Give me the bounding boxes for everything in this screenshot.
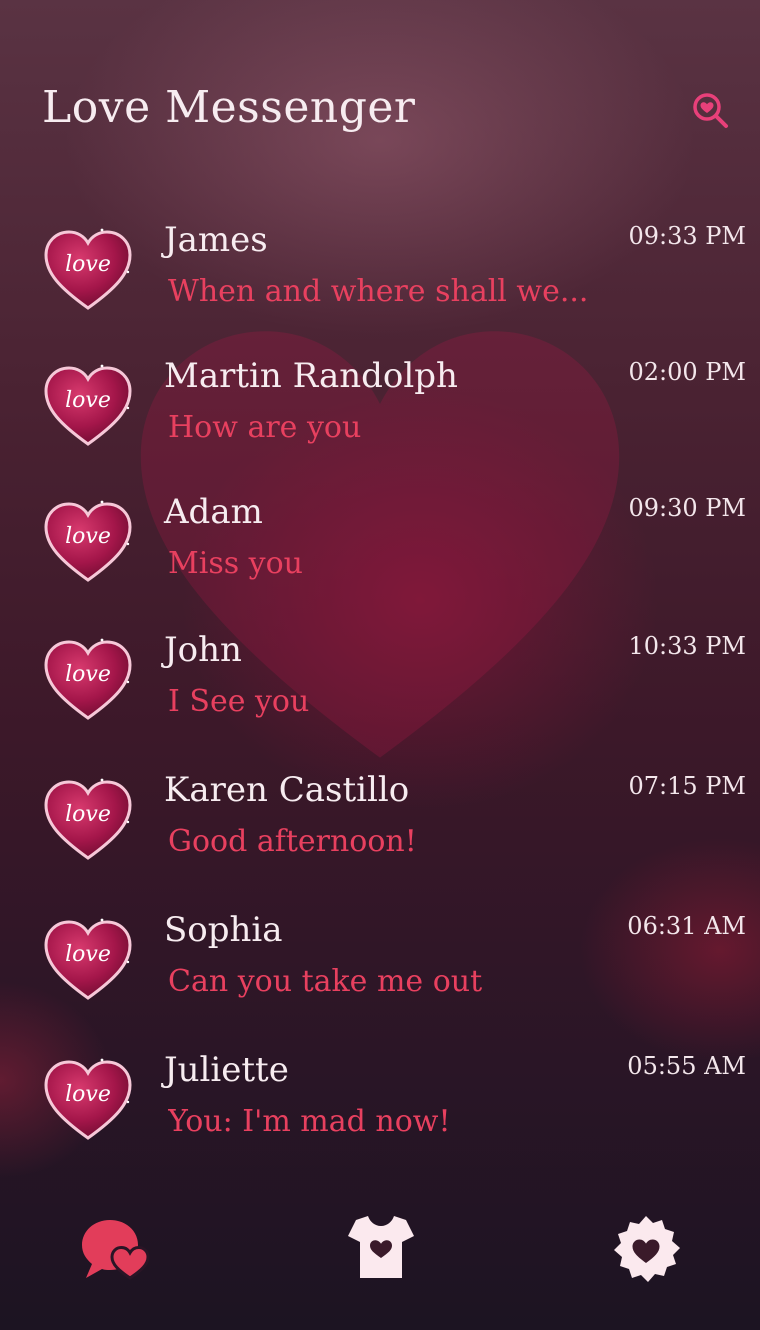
heart-search-icon [693,93,728,128]
bottom-navigation [0,1200,760,1300]
app-title: Love Messenger [42,82,416,133]
message-preview: Can you take me out [168,964,483,999]
chats-tab[interactable] [80,1216,152,1286]
conversation-row[interactable]: love Martin Randolph 02:00 PM How are you [0,356,760,484]
message-time: 05:55 AM [627,1052,746,1080]
message-time: 09:33 PM [628,222,746,250]
avatar: love [42,638,134,722]
contact-name: Karen Castillo [164,770,410,810]
message-time: 07:15 PM [628,772,746,800]
settings-tab[interactable] [610,1214,682,1290]
message-time: 09:30 PM [628,494,746,522]
message-time: 06:31 AM [627,912,746,940]
contact-name: Juliette [164,1050,289,1090]
contact-name: Adam [164,492,263,532]
conversation-row[interactable]: love Karen Castillo 07:15 PM Good afternoon… [0,770,760,898]
conversation-row[interactable]: love James 09:33 PM When and where shall we… [0,220,760,348]
contact-name: Martin Randolph [164,356,458,396]
avatar: love [42,778,134,862]
gear-heart-icon [614,1216,680,1282]
themes-tab[interactable] [346,1214,416,1284]
avatar-label: love [65,802,111,827]
avatar-label: love [65,1082,111,1107]
avatar-label: love [65,662,111,687]
search-button[interactable] [690,90,730,130]
shirt-heart-icon [348,1216,414,1278]
avatar: love [42,1058,134,1142]
avatar: love [42,364,134,448]
message-preview: How are you [168,410,362,445]
message-preview: Good afternoon! [168,824,417,859]
conversation-row[interactable]: love Sophia 06:31 AM Can you take me out [0,910,760,1038]
contact-name: John [164,630,242,670]
message-preview: You: I'm mad now! [168,1104,451,1139]
avatar-label: love [65,524,111,549]
message-preview: Miss you [168,546,303,581]
avatar: love [42,500,134,584]
message-preview: When and where shall we... [168,274,589,309]
avatar: love [42,228,134,312]
conversation-row[interactable]: love Adam 09:30 PM Miss you [0,492,760,620]
contact-name: James [164,220,268,260]
conversation-row[interactable]: love Juliette 05:55 AM You: I'm mad now! [0,1050,760,1178]
avatar-label: love [65,942,111,967]
contact-name: Sophia [164,910,283,950]
message-time: 02:00 PM [628,358,746,386]
message-preview: I See you [168,684,310,719]
message-time: 10:33 PM [628,632,746,660]
avatar-label: love [65,252,111,277]
avatar: love [42,918,134,1002]
avatar-label: love [65,388,111,413]
chat-heart-icon [82,1220,150,1280]
conversation-row[interactable]: love John 10:33 PM I See you [0,630,760,758]
